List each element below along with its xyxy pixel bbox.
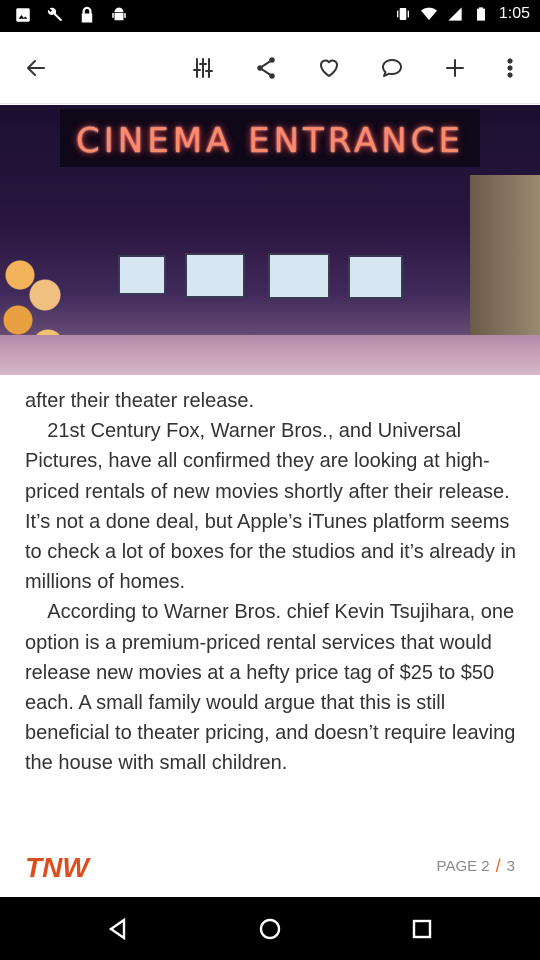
- wrench-icon: [47, 7, 63, 21]
- wifi-icon: [420, 7, 437, 20]
- more-vert-icon: [507, 58, 513, 78]
- display-screen: [118, 255, 166, 295]
- nav-home-button[interactable]: [256, 915, 284, 943]
- display-screen: [185, 253, 245, 298]
- article-body: after their theater release. 21st Centur…: [25, 386, 517, 779]
- battery-icon: [476, 7, 485, 21]
- cinema-sign-text: CINEMA ENTRANCE: [76, 121, 464, 161]
- tnw-logo[interactable]: TNW: [25, 853, 97, 881]
- lock-icon: [81, 6, 93, 23]
- share-icon: [257, 57, 275, 79]
- signal-icon: [448, 7, 462, 21]
- back-button[interactable]: [16, 48, 56, 88]
- back-arrow-icon: [27, 60, 45, 76]
- favorite-button[interactable]: [309, 48, 349, 88]
- article-hero-image: CINEMA ENTRANCE: [0, 105, 540, 375]
- android-icon: [112, 7, 126, 21]
- equalizer-icon: [193, 58, 213, 78]
- photo-icon: [16, 8, 30, 22]
- text-settings-button[interactable]: [183, 48, 223, 88]
- more-options-button[interactable]: [490, 48, 530, 88]
- nav-recents-button[interactable]: [408, 915, 436, 943]
- home-circle-icon: [259, 918, 281, 940]
- article-paragraph: According to Warner Bros. chief Kevin Ts…: [25, 601, 521, 775]
- status-bar: 1:05: [0, 0, 540, 32]
- recents-square-icon: [412, 919, 432, 939]
- page-slash: /: [495, 856, 501, 876]
- add-button[interactable]: [435, 48, 475, 88]
- nav-back-button[interactable]: [104, 915, 132, 943]
- comment-icon: [382, 59, 402, 77]
- plus-icon: [446, 59, 464, 77]
- status-left-icons: [14, 6, 128, 24]
- display-screen: [268, 253, 330, 299]
- heart-icon: [320, 59, 338, 77]
- share-button[interactable]: [246, 48, 286, 88]
- display-screen: [348, 255, 403, 299]
- status-right-icons: 1:05: [395, 5, 530, 23]
- page-indicator: PAGE 2 / 3: [437, 856, 515, 877]
- page-label: PAGE 2: [436, 858, 490, 875]
- comment-button[interactable]: [372, 48, 412, 88]
- article-paragraph: 21st Century Fox, Warner Bros., and Univ…: [25, 420, 522, 594]
- status-time: 1:05: [498, 5, 530, 22]
- article-paragraph: after their theater release.: [25, 390, 255, 412]
- page-total: 3: [506, 858, 515, 875]
- cinema-sign: CINEMA ENTRANCE: [60, 109, 480, 167]
- system-nav-bar: [0, 897, 540, 960]
- back-triangle-icon: [108, 917, 126, 941]
- article-toolbar: [0, 32, 540, 104]
- hero-floor: [0, 335, 540, 375]
- vibrate-icon: [396, 8, 409, 20]
- tnw-logo-text: TNW: [25, 853, 91, 881]
